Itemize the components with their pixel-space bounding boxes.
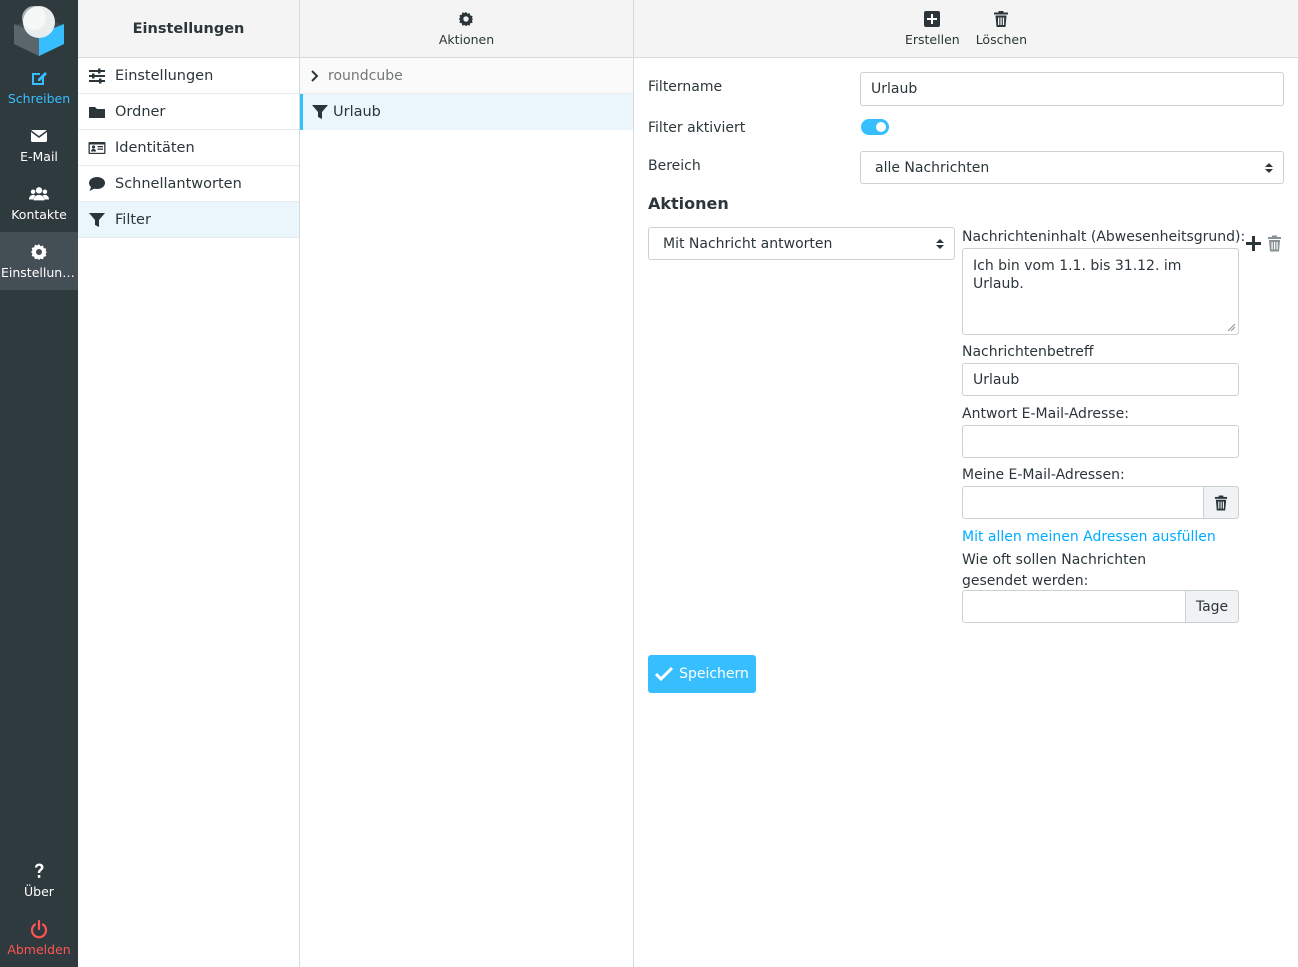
nav-item-responses[interactable]: Schnellantworten — [78, 166, 299, 202]
logout-button[interactable]: Abmelden — [0, 909, 78, 967]
users-icon — [29, 187, 49, 201]
frequency-unit: Tage — [1185, 590, 1239, 623]
nav-item-label: Einstellungen — [115, 67, 214, 84]
nav-item-label: Ordner — [115, 103, 166, 120]
frequency-unit-label: Tage — [1195, 598, 1229, 615]
filtername-label: Filtername — [648, 79, 723, 95]
filter-enabled-toggle[interactable] — [861, 119, 889, 135]
reply-address-label: Antwort E-Mail-Adresse: — [962, 406, 1129, 422]
nav-item-folders[interactable]: Ordner — [78, 94, 299, 130]
delete-button[interactable]: Löschen — [970, 10, 1033, 47]
save-label: Speichern — [679, 666, 749, 682]
envelope-icon — [30, 130, 48, 142]
filter-enabled-label: Filter aktiviert — [648, 120, 746, 136]
contacts-label: Kontakte — [11, 207, 67, 222]
id-card-icon — [88, 141, 106, 154]
settings-nav-header: Einstellungen — [78, 0, 299, 58]
filter-set-row[interactable]: roundcube — [300, 58, 633, 94]
folder-icon — [89, 106, 105, 118]
action-type-select[interactable]: Mit Nachricht antworten — [648, 227, 955, 260]
mail-label: E-Mail — [20, 149, 58, 164]
filter-set-name: roundcube — [328, 67, 403, 84]
settings-nav-title: Einstellungen — [132, 20, 245, 37]
filter-icon — [312, 105, 328, 119]
delete-label: Löschen — [975, 32, 1027, 47]
clear-addresses-button[interactable] — [1203, 486, 1239, 519]
plus-square-icon — [924, 11, 941, 27]
select-arrows-icon — [1265, 162, 1273, 173]
scope-value: alle Nachrichten — [875, 159, 990, 176]
body-textarea[interactable]: Ich bin vom 1.1. bis 31.12. im Urlaub. — [962, 248, 1239, 335]
mail-button[interactable]: E-Mail — [0, 116, 78, 174]
select-arrows-icon — [936, 238, 944, 249]
logout-label: Abmelden — [7, 942, 71, 957]
create-button[interactable]: Erstellen — [899, 10, 966, 47]
nav-item-label: Filter — [115, 211, 151, 228]
save-button[interactable]: Speichern — [648, 655, 756, 693]
scope-select[interactable]: alle Nachrichten — [860, 151, 1284, 184]
filter-edit-panel: Erstellen Löschen Filtername Urlaub Filt… — [634, 0, 1298, 967]
filter-icon — [89, 212, 105, 227]
my-addresses-input[interactable] — [962, 486, 1204, 519]
sliders-icon — [89, 68, 105, 83]
frequency-input[interactable] — [962, 590, 1186, 623]
about-label: Über — [24, 884, 54, 899]
filter-edit-toolbar: Erstellen Löschen — [634, 0, 1298, 58]
filtername-value: Urlaub — [871, 81, 918, 97]
actions-menu-button[interactable]: Aktionen — [433, 10, 500, 47]
delete-action-icon[interactable] — [1267, 235, 1282, 252]
actions-heading: Aktionen — [648, 194, 729, 213]
contacts-button[interactable]: Kontakte — [0, 174, 78, 232]
fill-addresses-link[interactable]: Mit allen meinen Adressen ausfüllen — [962, 529, 1216, 545]
nav-item-label: Identitäten — [115, 139, 195, 156]
body-label: Nachrichteninhalt (Abwesenheitsgrund): — [962, 229, 1246, 245]
scope-label: Bereich — [648, 158, 701, 174]
add-action-icon[interactable] — [1245, 235, 1262, 252]
gear-icon — [459, 11, 474, 27]
compose-label: Schreiben — [7, 91, 71, 106]
filter-list-item[interactable]: Urlaub — [300, 94, 633, 130]
filtername-input[interactable]: Urlaub — [860, 72, 1284, 106]
settings-label: Einstellung… — [1, 265, 77, 280]
subject-label: Nachrichtenbetreff — [962, 344, 1094, 360]
roundcube-logo[interactable] — [12, 4, 66, 56]
action-type-value: Mit Nachricht antworten — [663, 235, 833, 252]
settings-nav: Einstellungen Einstellungen Ordner Ident… — [78, 0, 300, 967]
filter-list-item-label: Urlaub — [333, 104, 381, 120]
chevron-right-icon — [311, 69, 319, 82]
resize-grip-icon[interactable] — [1227, 323, 1236, 332]
question-icon — [35, 863, 44, 878]
trash-icon — [994, 11, 1009, 27]
nav-item-filters[interactable]: Filter — [78, 202, 299, 238]
my-addresses-label: Meine E-Mail-Adressen: — [962, 467, 1125, 483]
create-label: Erstellen — [904, 32, 960, 47]
nav-item-identities[interactable]: Identitäten — [78, 130, 299, 166]
checkmark-icon — [655, 666, 674, 682]
actions-menu-label: Aktionen — [438, 32, 495, 47]
compose-button[interactable]: Schreiben — [0, 58, 78, 116]
about-button[interactable]: Über — [0, 851, 78, 909]
gear-icon — [31, 244, 47, 260]
frequency-label: Wie oft sollen Nachrichten gesendet werd… — [962, 552, 1147, 589]
compose-icon — [32, 72, 47, 85]
reply-address-input[interactable] — [962, 425, 1239, 458]
body-value: Ich bin vom 1.1. bis 31.12. im Urlaub. — [973, 258, 1182, 293]
subject-input[interactable]: Urlaub — [962, 363, 1239, 396]
trash-icon — [1214, 495, 1228, 510]
nav-item-label: Schnellantworten — [115, 175, 242, 192]
filter-list-panel: Aktionen roundcube Urlaub — [300, 0, 634, 967]
nav-item-preferences[interactable]: Einstellungen — [78, 58, 299, 94]
subject-value: Urlaub — [973, 371, 1020, 388]
comment-icon — [89, 176, 105, 191]
toggle-knob — [876, 122, 886, 132]
app-rail: Schreiben E-Mail Kontakte Einstellung… Ü… — [0, 0, 78, 967]
filter-list-toolbar: Aktionen — [300, 0, 633, 58]
settings-button[interactable]: Einstellung… — [0, 232, 78, 290]
power-icon — [30, 919, 48, 939]
